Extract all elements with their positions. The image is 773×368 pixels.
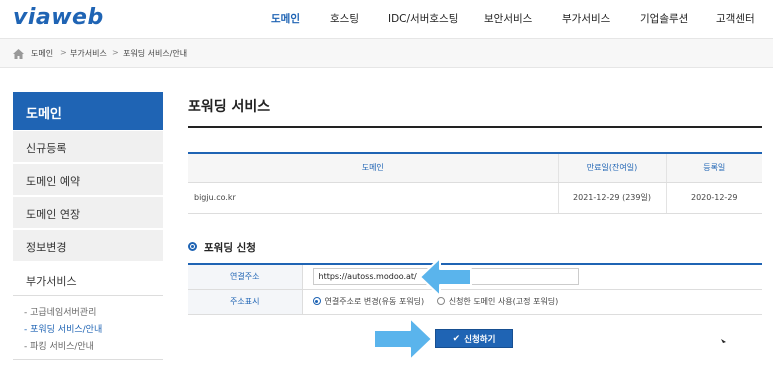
column-header-domain: 도메인: [188, 152, 558, 183]
breadcrumb-separator: >: [112, 48, 119, 57]
table-header-row: 도메인 만료일(잔여일) 등록일: [188, 152, 762, 183]
nav-security-service[interactable]: 보안서비스: [484, 11, 532, 26]
nav-addon-service[interactable]: 부가서비스: [562, 11, 610, 26]
nav-domain[interactable]: 도메인: [271, 11, 300, 26]
url-cell: [301, 263, 762, 290]
page-title: 포워딩 서비스: [188, 99, 271, 115]
title-divider: [188, 126, 762, 128]
section-bullet-icon: [188, 242, 197, 251]
cursor-icon: [721, 339, 726, 343]
breadcrumb-item[interactable]: 도메인: [31, 48, 53, 59]
sidebar-item-domain-renewal[interactable]: 도메인 연장: [13, 197, 163, 229]
sidebar-item-info-change[interactable]: 정보변경: [13, 230, 163, 262]
sidebar-item-domain-reservation[interactable]: 도메인 예약: [13, 164, 163, 196]
sidebar-sub-forwarding[interactable]: - 포워딩 서비스/안내: [24, 322, 102, 335]
sidebar-item-addon-service[interactable]: 부가서비스: [13, 264, 163, 296]
nav-customer-center[interactable]: 고객센터: [716, 11, 755, 26]
form-row-display: 주소표시 연결주소로 변경(유동 포워딩) 신청한 도메인 사용(고정 포워딩): [188, 289, 762, 315]
apply-button-label: 신청하기: [464, 334, 496, 345]
radio-dynamic-forwarding[interactable]: 연결주소로 변경(유동 포워딩): [312, 296, 425, 307]
sidebar-divider: [13, 359, 163, 360]
header: viaweb 도메인 호스팅 IDC/서버호스팅 보안서비스 부가서비스 기업솔…: [0, 0, 773, 38]
nav-enterprise-solution[interactable]: 기업솔루션: [640, 11, 688, 26]
breadcrumb-item[interactable]: 부가서비스: [70, 48, 107, 59]
sidebar-item-new-registration[interactable]: 신규등록: [13, 131, 163, 163]
forwarding-form: 연결주소 주소표시 연결주소로 변경(유동 포워딩) 신청한 도메인 사용(고정…: [188, 263, 762, 315]
apply-button[interactable]: ✔ 신청하기: [435, 329, 513, 348]
cell-expiry: 2021-12-29 (239일): [557, 182, 666, 214]
sidebar-sub-advanced-nameserver[interactable]: - 고급네임서버관리: [24, 305, 96, 318]
cell-registered: 2020-12-29: [665, 182, 762, 214]
sidebar-title: 도메인: [13, 92, 163, 130]
column-header-registered: 등록일: [665, 152, 762, 183]
display-cell: 연결주소로 변경(유동 포워딩) 신청한 도메인 사용(고정 포워딩): [301, 289, 762, 315]
column-header-expiry: 만료일(잔여일): [557, 152, 666, 183]
right-arrow-icon: [373, 317, 433, 361]
form-row-url: 연결주소: [188, 263, 762, 290]
display-label: 주소표시: [188, 289, 302, 315]
section-title: 포워딩 신청: [204, 242, 256, 254]
breadcrumb-item[interactable]: 포워딩 서비스/안내: [123, 48, 187, 59]
nav-hosting[interactable]: 호스팅: [330, 11, 359, 26]
left-arrow-icon: [419, 257, 472, 297]
table-row: bigju.co.kr 2021-12-29 (239일) 2020-12-29: [188, 182, 762, 214]
cell-domain: bigju.co.kr: [188, 182, 558, 214]
nav-idc-server-hosting[interactable]: IDC/서버호스팅: [388, 11, 458, 26]
global-nav: 도메인 호스팅 IDC/서버호스팅 보안서비스 부가서비스 기업솔루션 고객센터: [0, 11, 773, 27]
domain-table: 도메인 만료일(잔여일) 등록일 bigju.co.kr 2021-12-29 …: [188, 152, 762, 214]
breadcrumb: 도메인 > 부가서비스 > 포워딩 서비스/안내: [0, 38, 773, 68]
check-icon: ✔: [452, 333, 461, 344]
sidebar-sub-parking[interactable]: - 파킹 서비스/안내: [24, 339, 94, 352]
radio-label: 연결주소로 변경(유동 포워딩): [324, 296, 425, 306]
home-icon[interactable]: [13, 49, 24, 59]
url-label: 연결주소: [188, 263, 302, 290]
radio-button-checked[interactable]: [312, 297, 321, 306]
breadcrumb-separator: >: [60, 48, 67, 57]
